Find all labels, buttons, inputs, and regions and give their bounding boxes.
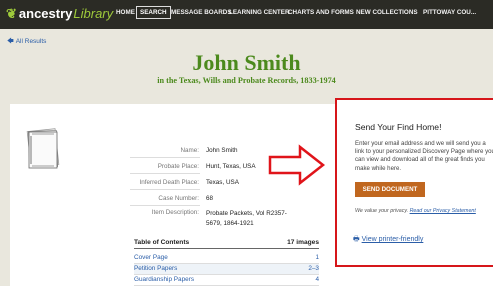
toc-row[interactable]: Petition Papers 2–3 bbox=[134, 264, 319, 275]
field-value: Probate Packets, Vol R2357-5679, 1864-19… bbox=[206, 210, 287, 227]
field-label: Inferred Death Place: bbox=[139, 179, 199, 186]
record-name: John Smith bbox=[192, 50, 301, 75]
toc-row-label: Guardianship Papers bbox=[134, 276, 195, 283]
nav-home[interactable]: HOME bbox=[116, 9, 135, 16]
toc-row-label: Cover Page bbox=[134, 254, 168, 261]
field-divider bbox=[130, 157, 200, 158]
toc-row-range: 4 bbox=[315, 276, 319, 283]
privacy-statement-link[interactable]: Read our Privacy Statement bbox=[410, 208, 476, 214]
field-value: John Smith bbox=[206, 147, 238, 154]
field-label: Item Description: bbox=[151, 209, 199, 216]
all-results-label: All Results bbox=[15, 38, 47, 45]
field-value: Hunt, Texas, USA bbox=[206, 163, 256, 170]
field-label: Probate Place: bbox=[157, 163, 199, 170]
field-value: Texas, USA bbox=[206, 179, 239, 186]
field-divider bbox=[130, 205, 200, 206]
privacy-text: We value your privacy. bbox=[355, 208, 409, 214]
nav-pittoway[interactable]: PITTOWAY COU... bbox=[423, 9, 476, 16]
nav-charts-and-forms[interactable]: CHARTS AND FORMS bbox=[288, 9, 354, 16]
back-arrow-icon: 🡄 bbox=[7, 38, 14, 45]
printer-friendly-link[interactable]: 🖶 View printer-friendly bbox=[353, 235, 423, 246]
toc-row-label: Petition Papers bbox=[134, 265, 178, 272]
field-divider bbox=[130, 189, 200, 190]
send-find-home-title: Send Your Find Home! bbox=[355, 122, 442, 132]
nav-new-collections[interactable]: NEW COLLECTIONS bbox=[356, 9, 418, 16]
toc-header: Table of Contents 17 images bbox=[134, 239, 319, 249]
record-collection-subtitle: in the Texas, Wills and Probate Records,… bbox=[157, 76, 336, 85]
toc-row-range: 2–3 bbox=[308, 265, 319, 272]
nav-learning-center[interactable]: LEARNING CENTER bbox=[229, 9, 290, 16]
document-thumbnail[interactable] bbox=[24, 128, 62, 170]
field-divider bbox=[130, 173, 200, 174]
privacy-note: We value your privacy. Read our Privacy … bbox=[355, 208, 476, 214]
leaf-icon: ❦ bbox=[6, 6, 17, 21]
send-find-home-description: Enter your email address and we will sen… bbox=[355, 140, 493, 172]
logo-sub-text: Library bbox=[73, 6, 114, 21]
nav-search[interactable]: SEARCH bbox=[136, 6, 171, 19]
ancestry-logo[interactable]: ❦ ancestryLibrary bbox=[6, 6, 113, 22]
logo-text: ancestry bbox=[18, 6, 73, 21]
printer-icon: 🖶 bbox=[353, 236, 360, 243]
field-label: Name: bbox=[180, 147, 199, 154]
toc-row[interactable]: Guardianship Papers 4 bbox=[134, 275, 319, 286]
nav-message-boards[interactable]: MESSAGE BOARDS bbox=[171, 9, 232, 16]
top-navigation-bar: ❦ ancestryLibrary HOME SEARCH MESSAGE BOA… bbox=[0, 0, 493, 29]
field-label: Case Number: bbox=[158, 195, 199, 202]
toc-image-count: 17 images bbox=[287, 239, 319, 246]
red-outline-arrow-icon bbox=[268, 144, 326, 186]
toc-row-range: 1 bbox=[315, 254, 319, 261]
send-document-button[interactable]: SEND DOCUMENT bbox=[355, 182, 425, 197]
field-value: 68 bbox=[206, 195, 214, 202]
toc-title: Table of Contents bbox=[134, 239, 190, 246]
all-results-link[interactable]: 🡄 All Results bbox=[7, 37, 46, 48]
toc-row[interactable]: Cover Page 1 bbox=[134, 253, 319, 264]
printer-friendly-label: View printer-friendly bbox=[361, 236, 424, 243]
